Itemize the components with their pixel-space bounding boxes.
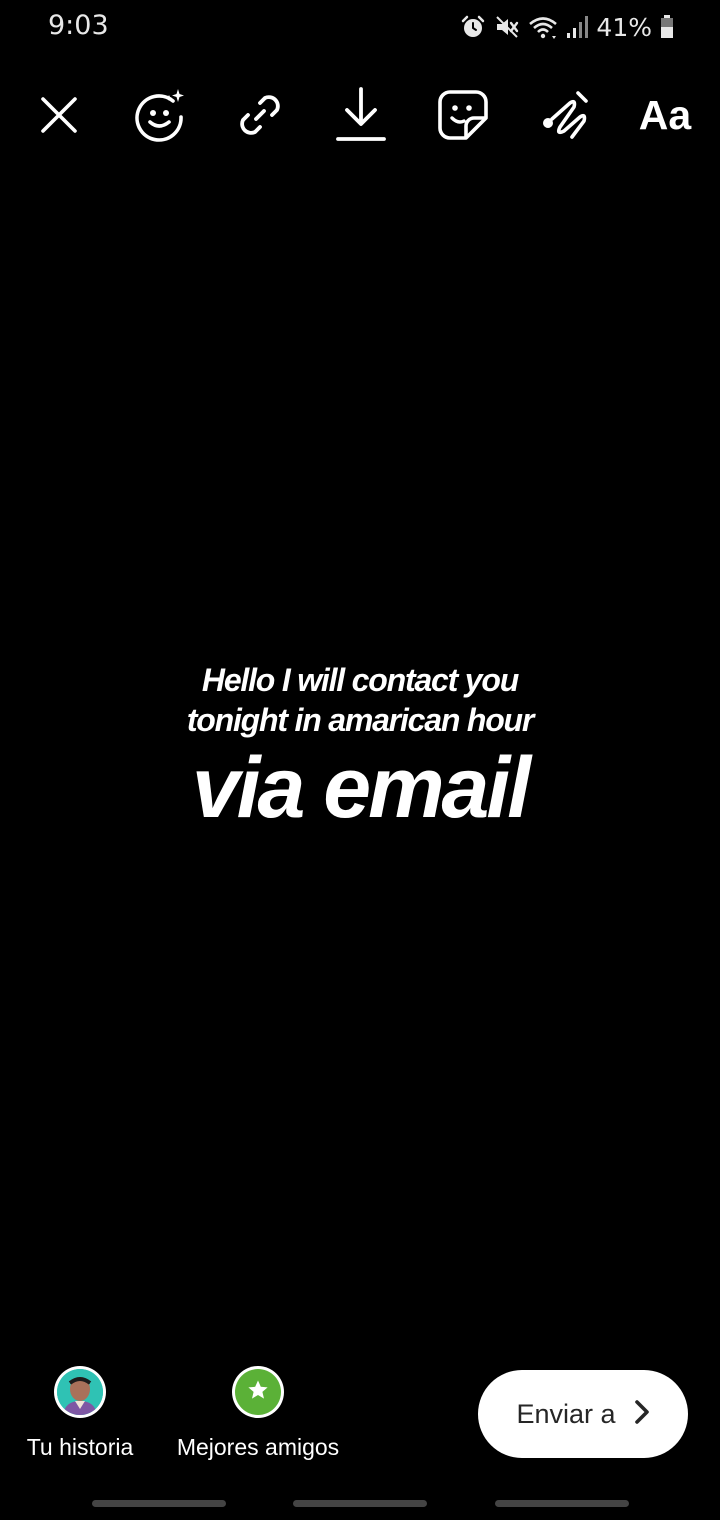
close-friends-label: Mejores amigos [176,1434,340,1460]
alarm-icon [460,14,486,40]
send-to-label: Enviar a [516,1398,616,1429]
face-effects-icon [131,87,187,143]
battery-percent: 41% [596,12,652,42]
draw-icon [536,87,592,143]
send-to-button[interactable]: Enviar a [478,1370,688,1458]
link-button[interactable] [228,82,292,148]
text-tool-button[interactable]: Aa [632,82,698,148]
status-time: 9:03 [48,10,109,41]
avatar-ring [54,1366,106,1418]
story-text-line-3: via email [191,740,531,836]
wifi-icon [528,14,558,40]
share-bar: Tu historia Mejores amigos Enviar a [0,1360,720,1480]
status-icons: 41% [460,12,674,42]
link-icon [234,89,286,141]
star-icon [247,1379,269,1406]
editor-toolbar: Aa [0,82,720,148]
close-icon [39,95,79,135]
close-friends-ring [232,1366,284,1418]
nav-handle-left[interactable] [92,1500,226,1507]
nav-handle-right[interactable] [495,1500,629,1507]
draw-button[interactable] [532,82,596,148]
mute-icon [494,14,520,40]
close-friends-button[interactable]: Mejores amigos [168,1366,348,1461]
sticker-button[interactable] [431,82,495,148]
download-button[interactable] [329,82,393,148]
text-tool-label: Aa [638,91,692,138]
story-text-line-1: Hello I will contact you [201,662,519,698]
avatar [57,1369,103,1415]
story-text-line-2: tonight in amarican hour [186,702,535,738]
your-story-label: Tu historia [26,1434,134,1460]
close-friends-badge [235,1369,281,1415]
sticker-icon [436,88,490,142]
chevron-right-icon [634,1399,650,1430]
download-icon [335,85,387,145]
navigation-bar [0,1500,720,1508]
nav-handle-center[interactable] [293,1500,427,1507]
signal-icon [566,14,589,40]
close-button[interactable] [27,82,91,148]
status-bar: 9:03 41% [0,0,720,56]
battery-icon [660,14,674,40]
your-story-button[interactable]: Tu historia [14,1366,146,1461]
story-text[interactable]: Hello I will contact you tonight in amar… [0,660,720,838]
face-effects-button[interactable] [127,82,191,148]
